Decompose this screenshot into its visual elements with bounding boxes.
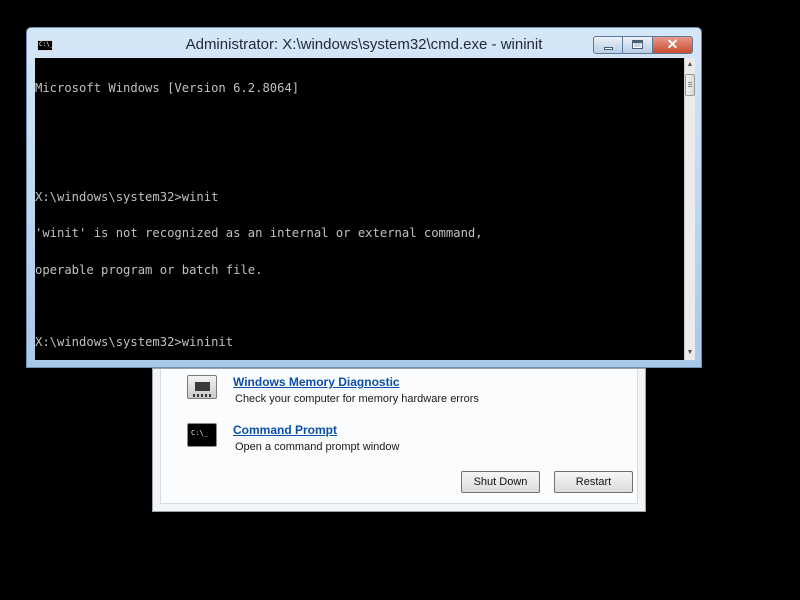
console-line: X:\windows\system32>wininit — [35, 335, 234, 350]
memory-diagnostic-link[interactable]: Windows Memory Diagnostic — [233, 375, 400, 389]
close-icon: ✕ — [666, 36, 679, 52]
recovery-options-panel: Windows Memory Diagnostic Check your com… — [152, 368, 646, 512]
minimize-button[interactable] — [593, 36, 623, 54]
scroll-thumb[interactable] — [685, 74, 695, 96]
restart-button[interactable]: Restart — [554, 471, 633, 493]
scroll-up-button[interactable]: ▲ — [685, 58, 695, 72]
close-button[interactable]: ✕ — [653, 36, 693, 54]
scroll-down-icon: ▼ — [686, 349, 694, 356]
shut-down-button[interactable]: Shut Down — [461, 471, 540, 493]
memory-diagnostic-description: Check your computer for memory hardware … — [235, 393, 479, 405]
command-prompt-icon-text: C:\_ — [191, 429, 208, 437]
vertical-scrollbar[interactable]: ▲ ▼ — [684, 58, 695, 360]
console-output[interactable]: Microsoft Windows [Version 6.2.8064] X:\… — [35, 58, 684, 360]
scroll-up-icon: ▲ — [686, 61, 694, 68]
console-line: Microsoft Windows [Version 6.2.8064] — [35, 81, 300, 96]
maximize-icon — [632, 40, 643, 49]
minimize-icon — [604, 47, 613, 50]
console-line: X:\windows\system32>winit — [35, 190, 219, 205]
memory-chip-icon — [187, 375, 219, 403]
console-line: operable program or batch file. — [35, 262, 263, 277]
scroll-down-button[interactable]: ▼ — [685, 346, 695, 360]
console-line: 'winit' is not recognized as an internal… — [35, 226, 483, 241]
recovery-options-content: Windows Memory Diagnostic Check your com… — [160, 369, 638, 504]
command-prompt-description: Open a command prompt window — [235, 441, 400, 453]
command-prompt-link[interactable]: Command Prompt — [233, 423, 337, 437]
command-prompt-icon: C:\_ — [187, 423, 219, 451]
maximize-button[interactable] — [623, 36, 653, 54]
console-lines: Microsoft Windows [Version 6.2.8064] X:\… — [35, 58, 684, 360]
cmd-window: C:\_ Administrator: X:\windows\system32\… — [26, 27, 702, 368]
title-bar[interactable]: C:\_ Administrator: X:\windows\system32\… — [27, 28, 701, 58]
